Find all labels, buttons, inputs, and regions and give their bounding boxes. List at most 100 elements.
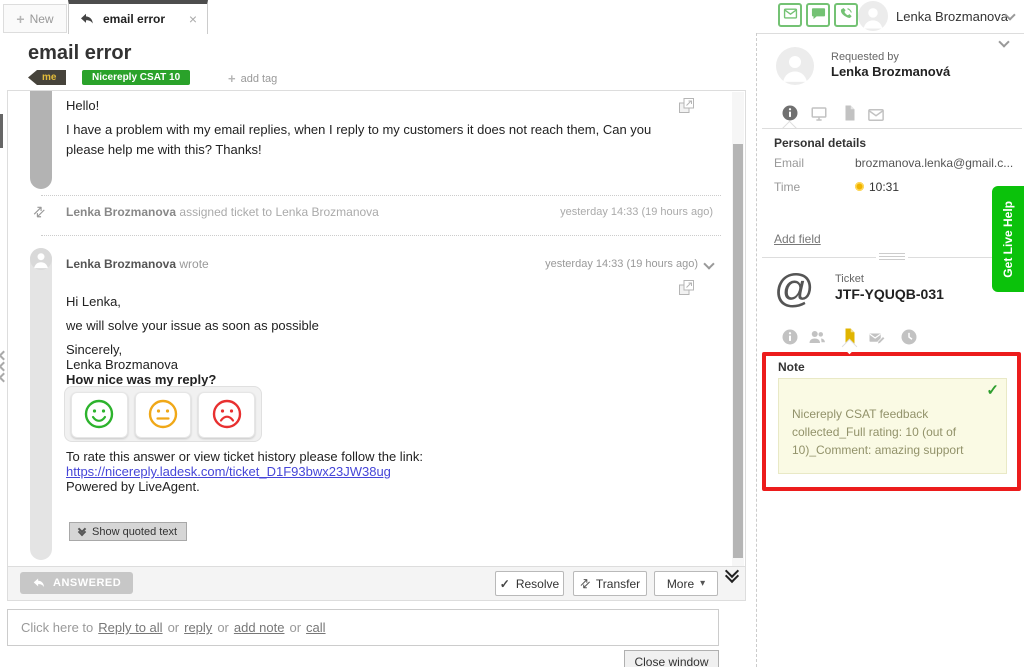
people-icon: [808, 335, 826, 349]
reply-to-all-link[interactable]: Reply to all: [98, 620, 162, 635]
transfer-arrows-icon: ⇅: [576, 575, 593, 592]
dropdown-caret-icon: ▾: [700, 578, 705, 589]
tab-email-error[interactable]: email error ×: [68, 0, 208, 34]
rate-bad-button[interactable]: [198, 392, 255, 438]
chevron-down-icon[interactable]: [703, 258, 714, 269]
message2-author: Lenka Brozmanova: [66, 257, 176, 271]
rate-good-button[interactable]: [71, 392, 128, 438]
monitor-icon: [810, 112, 828, 126]
message1-greeting: Hello!: [66, 98, 99, 113]
thread-divider: [41, 235, 721, 236]
note-text: Nicereply CSAT feedback collected_Full r…: [792, 405, 997, 459]
status-badge-answered: ANSWERED: [20, 572, 133, 594]
phone-icon: [839, 6, 854, 24]
new-chat-button[interactable]: [806, 3, 830, 27]
thread-divider: [41, 195, 721, 196]
tab-contact-notes[interactable]: [841, 104, 859, 122]
message2-timestamp-row: yesterday 14:33 (19 hours ago): [545, 258, 713, 270]
panel-resize-handle[interactable]: [0, 352, 7, 381]
tab-contact-sessions[interactable]: [810, 105, 828, 123]
open-in-new-window-icon[interactable]: [678, 279, 695, 296]
mail-icon: [783, 6, 798, 24]
status-label: ANSWERED: [53, 577, 121, 589]
double-chevron-down-icon: [79, 529, 85, 535]
neutral-smiley-icon: [147, 398, 179, 433]
collapse-sidebar-icon[interactable]: [998, 36, 1009, 47]
tab-ticket-forward[interactable]: [868, 329, 886, 347]
chat-icon: [811, 6, 826, 24]
tab-ticket-info[interactable]: [781, 328, 799, 346]
tag-nicereply-csat[interactable]: Nicereply CSAT 10: [82, 70, 190, 85]
reply-link[interactable]: reply: [184, 620, 212, 635]
message1-body: I have a problem with my email replies, …: [66, 120, 688, 160]
open-in-new-window-icon[interactable]: [678, 97, 695, 114]
nicereply-link[interactable]: https://nicereply.ladesk.com/ticket_D1F9…: [66, 464, 391, 479]
add-note-link[interactable]: add note: [234, 620, 285, 635]
clock-icon: [900, 335, 918, 349]
scrollbar-thumb[interactable]: [733, 144, 743, 558]
rate-neutral-button[interactable]: [135, 392, 192, 438]
requester-avatar: [776, 47, 814, 85]
header-avatar[interactable]: [858, 1, 888, 31]
sidebar-top-divider: [757, 33, 1024, 34]
show-quoted-text-button[interactable]: Show quoted text: [69, 522, 187, 541]
call-link[interactable]: call: [306, 620, 326, 635]
tab-contact-tickets[interactable]: [867, 106, 885, 124]
requested-by-label: Requested by: [831, 51, 899, 63]
note-section-title: Note: [778, 360, 805, 374]
tab-ticket-history[interactable]: [900, 328, 918, 346]
system-event-action: assigned ticket to Lenka Brozmanova: [179, 205, 378, 219]
close-window-button[interactable]: Close window: [624, 650, 719, 667]
reply-input-bar[interactable]: Click here to Reply to all or reply or a…: [7, 609, 719, 646]
message2-line: we will solve your issue as soon as poss…: [66, 318, 319, 333]
rate-instruction: To rate this answer or view ticket histo…: [66, 449, 423, 464]
mail-icon: [867, 113, 885, 127]
tag-me[interactable]: me: [28, 70, 66, 85]
show-quoted-label: Show quoted text: [92, 526, 177, 538]
time-status-dot: [855, 182, 864, 191]
sidebar-divider: [762, 128, 1022, 129]
personal-details-title: Personal details: [774, 136, 866, 150]
system-event-text: Lenka Brozmanova assigned ticket to Lenk…: [66, 205, 379, 219]
or-text: or: [217, 620, 229, 635]
time-label: Time: [774, 180, 800, 194]
collapse-toolbar-icon[interactable]: [727, 571, 737, 581]
transfer-label: Transfer: [596, 577, 640, 591]
add-field-link[interactable]: Add field: [774, 232, 821, 246]
new-email-button[interactable]: [778, 3, 802, 27]
resolve-label: Resolve: [516, 577, 559, 591]
more-button[interactable]: More ▾: [654, 571, 718, 596]
tab-ticket-participants[interactable]: [808, 328, 826, 346]
email-label: Email: [774, 156, 804, 170]
ticket-label: Ticket: [835, 273, 864, 285]
more-label: More: [667, 577, 694, 591]
requester-name: Lenka Brozmanová: [831, 64, 950, 79]
add-tag-button[interactable]: + add tag: [228, 71, 277, 86]
ticket-note-card[interactable]: ✓ Nicereply CSAT feedback collected_Full…: [778, 378, 1007, 474]
tab-contact-info[interactable]: [781, 104, 799, 122]
system-event-actor: Lenka Brozmanova: [66, 205, 176, 219]
header-user-name[interactable]: Lenka Brozmanova: [896, 9, 1008, 24]
plus-icon: +: [228, 71, 236, 86]
transfer-button[interactable]: ⇅ Transfer: [573, 571, 647, 596]
email-value: brozmanova.lenka@gmail.c...: [855, 156, 1013, 170]
reply-arrow-icon: [79, 11, 95, 27]
new-call-button[interactable]: [834, 3, 858, 27]
ticket-thread: Hello! I have a problem with my email re…: [7, 90, 746, 601]
at-sign-icon: @: [774, 266, 815, 312]
check-icon: ✓: [500, 577, 510, 591]
message2-line: Hi Lenka,: [66, 294, 121, 309]
new-tab-label: New: [30, 12, 54, 26]
message2-avatar: [30, 248, 52, 270]
close-tab-icon[interactable]: ×: [189, 11, 197, 27]
info-icon: [781, 335, 799, 349]
panel-drag-handle[interactable]: [876, 252, 908, 261]
ticket-toolbar: ANSWERED ✓ Resolve ⇅ Transfer More ▾: [8, 566, 745, 600]
thread-scrollbar[interactable]: [732, 92, 744, 568]
get-live-help-tab[interactable]: Get Live Help: [992, 186, 1024, 292]
assign-arrows-icon: ⇅: [29, 202, 49, 222]
ticket-code: JTF-YQUQB-031: [835, 286, 944, 302]
resolve-button[interactable]: ✓ Resolve: [495, 571, 564, 596]
live-help-label: Get Live Help: [1001, 201, 1015, 278]
new-tab-button[interactable]: + New: [3, 4, 67, 33]
